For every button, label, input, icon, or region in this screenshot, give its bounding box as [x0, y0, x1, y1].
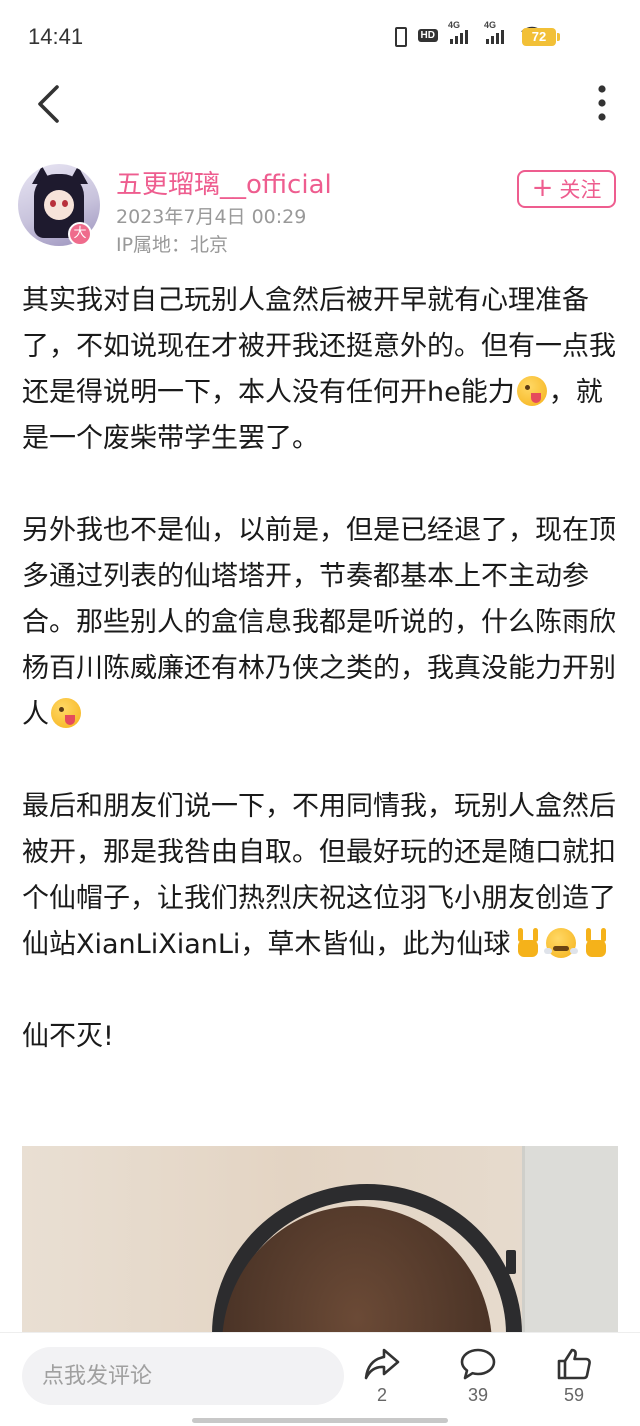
level-badge: 大: [68, 222, 92, 246]
status-bar: 14:41 HD 4G 4G 72: [0, 0, 640, 72]
status-time: 14:41: [28, 24, 84, 49]
home-indicator[interactable]: [192, 1418, 448, 1423]
share-button[interactable]: 2: [352, 1347, 412, 1423]
share-count: 2: [376, 1385, 387, 1405]
share-icon: [364, 1348, 400, 1380]
ip-location: IP属地：北京: [116, 234, 229, 256]
comment-count: 39: [467, 1385, 489, 1405]
like-button[interactable]: 59: [544, 1347, 604, 1423]
comment-button[interactable]: 39: [448, 1347, 508, 1423]
paragraph-4: 仙不灭!: [22, 1021, 114, 1052]
post-image[interactable]: [22, 1146, 618, 1346]
zany-face-emoji: [516, 376, 547, 406]
paragraph-2: 另外我也不是仙，以前是，但是已经退了，现在顶多通过列表的仙塔塔开，节奏都基本上不…: [22, 515, 616, 730]
comment-input[interactable]: [22, 1347, 344, 1405]
follow-label: 关注: [559, 178, 602, 202]
paragraph-1: 其实我对自己玩别人盒然后被开早就有心理准备了，不如说现在才被开我还挺意外的。但有…: [22, 285, 616, 454]
follow-button[interactable]: + 关注: [517, 170, 616, 208]
more-vertical-icon: [598, 85, 606, 121]
zany-face-emoji: [51, 698, 81, 728]
post-body: 其实我对自己玩别人盒然后被开早就有心理准备了，不如说现在才被开我还挺意外的。但有…: [22, 278, 620, 1060]
signal-icon: 4G: [484, 20, 510, 44]
plus-icon: +: [531, 173, 554, 203]
vibrate-icon: [390, 26, 408, 47]
chevron-left-icon: [38, 85, 59, 123]
status-icons: HD 4G 4G: [390, 20, 544, 47]
signal-icon: 4G: [448, 20, 474, 44]
author-name[interactable]: 五更瑠璃__official: [116, 164, 332, 201]
sign-of-horns-emoji: [580, 928, 610, 958]
more-button[interactable]: [590, 84, 614, 124]
hd-voice-icon: HD: [417, 28, 438, 42]
thumbs-up-icon: [557, 1348, 591, 1380]
battery-icon: 72: [522, 28, 560, 46]
back-button[interactable]: [28, 82, 68, 126]
post-date: 2023年7月4日 00:29: [116, 206, 307, 228]
face-with-steam-emoji: [544, 928, 577, 958]
sign-of-horns-emoji: [512, 928, 542, 958]
like-count: 59: [563, 1385, 585, 1405]
comment-icon: [460, 1348, 496, 1380]
bottom-action-bar: 2 39 59: [0, 1332, 640, 1426]
paragraph-3: 最后和朋友们说一下，不用同情我，玩别人盒然后被开，那是我咎由自取。但最好玩的还是…: [22, 791, 616, 960]
